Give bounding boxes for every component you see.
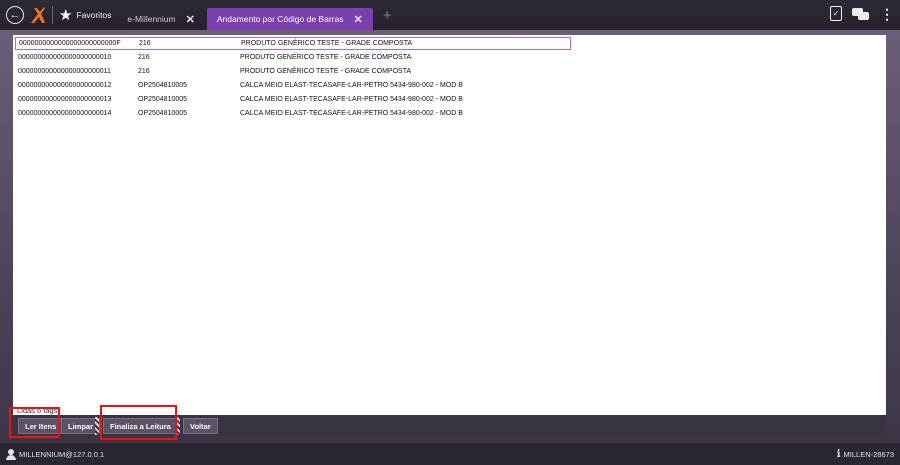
millennium-logo-icon[interactable]	[30, 6, 46, 24]
cell-ref: OP2504810005	[138, 110, 188, 117]
star-icon: ★	[59, 7, 73, 24]
ler-itens-button[interactable]: Ler Itens	[18, 418, 64, 434]
table-row[interactable]: 000000000000000000000012 OP2504810005 CA…	[15, 79, 571, 92]
cell-desc: CALCA MEIO ELAST-TECASAFE-LAR-PETRO 5434…	[240, 110, 463, 117]
user-icon	[6, 448, 16, 460]
server-label: MILLEN-28673	[843, 449, 894, 459]
tab-label: e-Millennium	[127, 14, 176, 24]
cell-code: 000000000000000000000014	[18, 110, 112, 117]
close-icon[interactable]: ✕	[186, 13, 195, 26]
action-bar: Ler Itens Limpar Finaliza a Leitura Volt…	[13, 415, 886, 437]
voltar-button[interactable]: Voltar	[183, 418, 218, 434]
table-row[interactable]: 000000000000000000000014 OP2504810005 CA…	[15, 107, 571, 120]
table-row[interactable]: 000000000000000000000010 216 PRODUTO GEN…	[15, 51, 571, 64]
cell-desc: PRODUTO GENÉRICO TESTE - GRADE COMPOSTA	[240, 68, 412, 75]
cell-ref: OP2504810005	[138, 82, 188, 89]
back-icon[interactable]: ←	[6, 6, 24, 24]
top-bar: ← ★ Favoritos e-Millennium ✕ Andamento p…	[0, 0, 900, 30]
table-row[interactable]: 0000000000000000000000000F 216 PRODUTO G…	[15, 37, 571, 50]
cell-desc: CALCA MEIO ELAST-TECASAFE-LAR-PETRO 5434…	[240, 82, 463, 89]
new-tab-icon[interactable]: +	[383, 7, 392, 24]
tab-label: Andamento por Código de Barras	[216, 14, 344, 24]
cell-desc: PRODUTO GENÉRICO TESTE - GRADE COMPOSTA	[240, 54, 412, 61]
cell-code: 0000000000000000000000000F	[19, 40, 121, 47]
top-right-actions: ✓ ⋮	[830, 6, 894, 21]
separator-hatch	[95, 417, 99, 435]
info-icon[interactable]: i	[837, 449, 841, 460]
separator-hatch	[176, 417, 180, 435]
chat-icon[interactable]	[852, 7, 870, 21]
clipboard-check-icon[interactable]: ✓	[830, 6, 842, 21]
table-row[interactable]: 000000000000000000000011 216 PRODUTO GEN…	[15, 65, 571, 78]
close-icon[interactable]: ✕	[353, 13, 362, 26]
user-label: MILLENNIUM@127.0.0.1	[19, 449, 105, 459]
tab-andamento-codigo-barras[interactable]: Andamento por Código de Barras ✕	[206, 8, 373, 30]
more-vertical-icon[interactable]: ⋮	[880, 7, 894, 21]
cell-ref: 216	[139, 40, 151, 47]
favorites-button[interactable]: ★ Favoritos	[59, 6, 111, 24]
finaliza-leitura-button[interactable]: Finaliza a Leitura	[103, 418, 178, 434]
divider	[52, 6, 53, 24]
barcode-grid: 0000000000000000000000000F 216 PRODUTO G…	[13, 35, 886, 415]
cell-desc: CALCA MEIO ELAST-TECASAFE-LAR-PETRO 5434…	[240, 96, 463, 103]
status-user: MILLENNIUM@127.0.0.1	[6, 448, 105, 460]
favorites-label: Favoritos	[76, 10, 112, 20]
cell-ref: OP2504810005	[138, 96, 188, 103]
cell-desc: PRODUTO GENÉRICO TESTE - GRADE COMPOSTA	[241, 40, 413, 47]
table-row[interactable]: 000000000000000000000013 OP2504810005 CA…	[15, 93, 571, 106]
status-bar: MILLENNIUM@127.0.0.1 i MILLEN-28673	[0, 443, 900, 465]
cell-code: 000000000000000000000011	[18, 68, 111, 75]
cell-ref: 216	[138, 68, 150, 75]
tab-e-millennium[interactable]: e-Millennium ✕	[119, 8, 202, 30]
cell-code: 000000000000000000000010	[18, 54, 112, 61]
read-count-label: Lidas 6 tags	[17, 406, 58, 415]
cell-code: 000000000000000000000012	[18, 82, 112, 89]
cell-ref: 216	[138, 54, 150, 61]
status-server: i MILLEN-28673	[837, 449, 894, 460]
cell-code: 000000000000000000000013	[18, 96, 112, 103]
